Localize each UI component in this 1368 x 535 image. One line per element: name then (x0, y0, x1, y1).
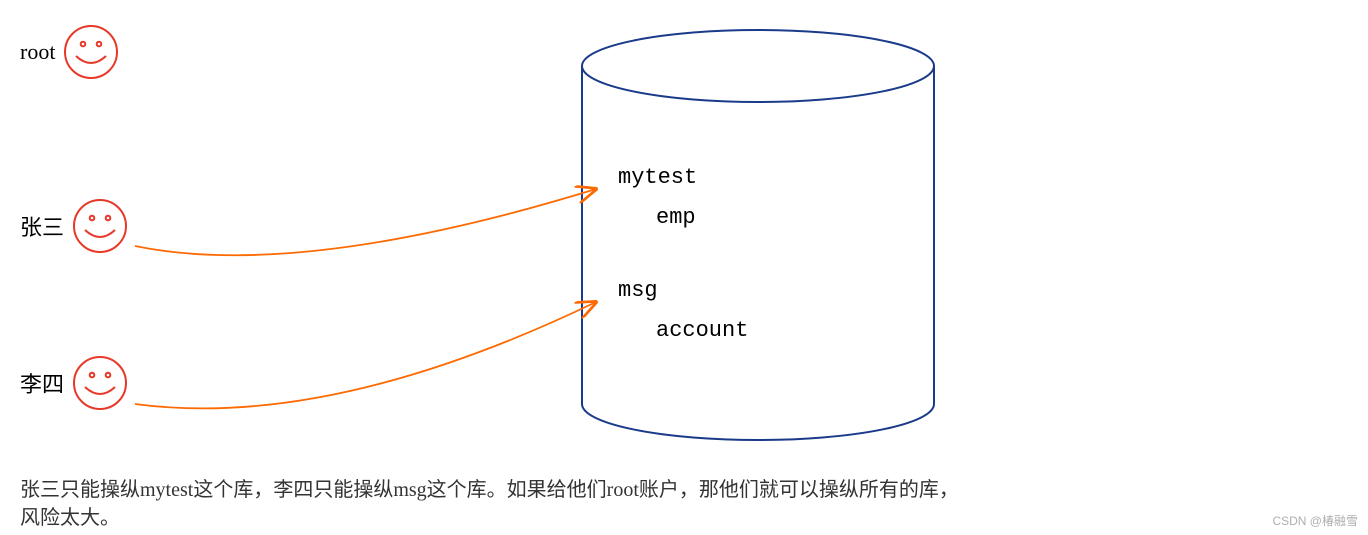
schema2-table: account (656, 318, 748, 343)
schema2-name: msg (618, 278, 658, 303)
schema1-name: mytest (618, 165, 697, 190)
caption-line2: 风险太大。 (20, 504, 1340, 532)
database-cylinder-icon (568, 28, 948, 448)
caption: 张三只能操纵mytest这个库，李四只能操纵msg这个库。如果给他们root账户… (20, 476, 1340, 532)
schema1-table: emp (656, 205, 696, 230)
watermark: CSDN @椿融雪 (1272, 512, 1358, 529)
arrow-lisi-to-msg (0, 0, 620, 450)
caption-line1: 张三只能操纵mytest这个库，李四只能操纵msg这个库。如果给他们root账户… (20, 476, 1340, 504)
